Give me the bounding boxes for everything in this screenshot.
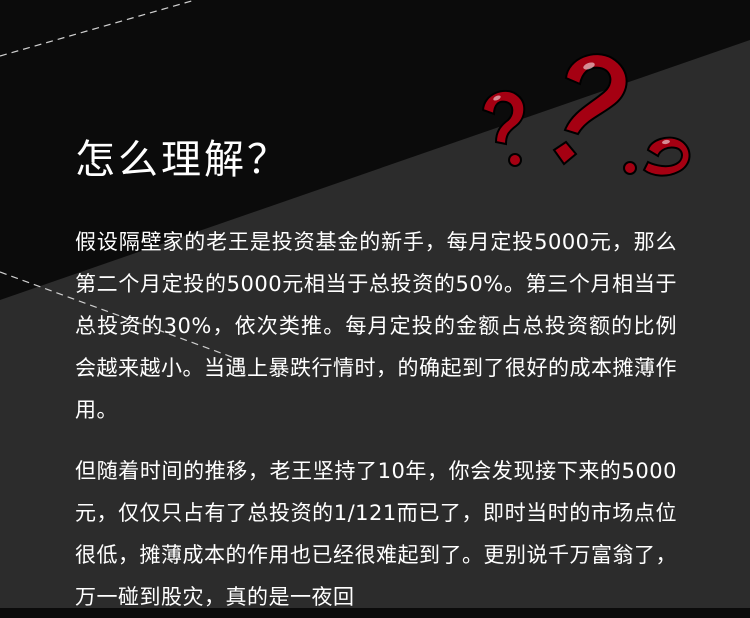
paragraph-1: 假设隔壁家的老王是投资基金的新手，每月定投5000元，那么第二个月定投的5000… [75,230,677,422]
page-title: 怎么理解？ [75,137,290,183]
red-question-marks-icon [481,53,691,177]
paragraph-2: 但随着时间的推移，老王坚持了10年，你会发现接下来的5000元，仅仅只占有了总投… [75,459,677,609]
